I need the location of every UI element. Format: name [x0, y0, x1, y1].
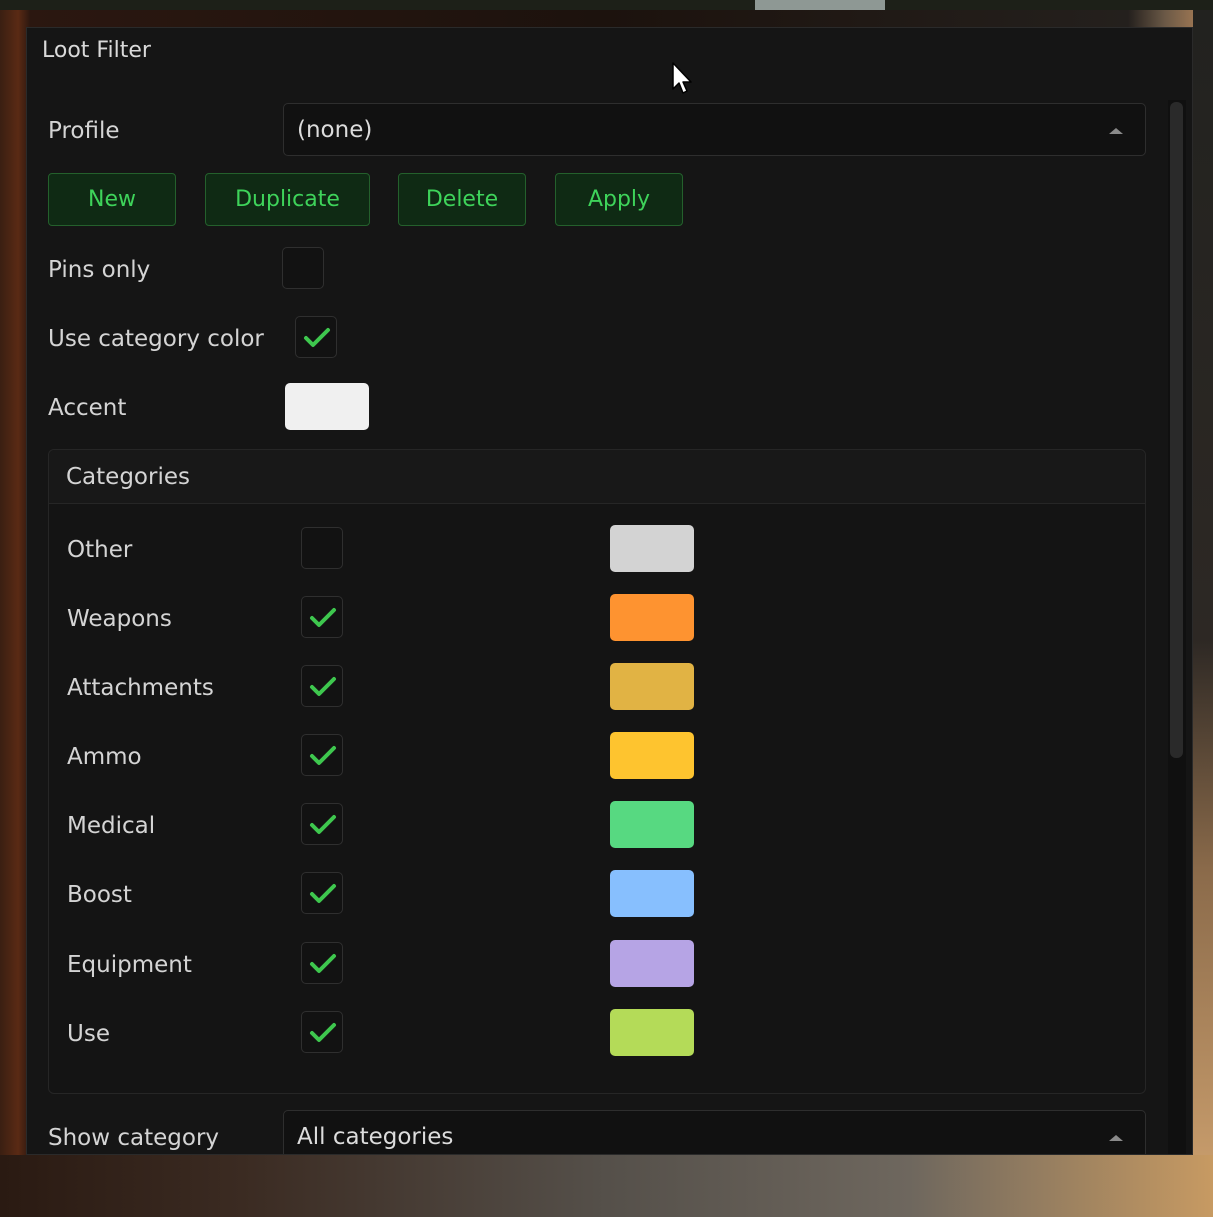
use-category-color-label: Use category color	[48, 326, 264, 352]
loot-filter-window: Loot Filter Profile (none) New Duplicate…	[26, 27, 1193, 1155]
pins-only-checkbox[interactable]	[282, 247, 324, 289]
chevron-up-icon	[1109, 128, 1123, 134]
profile-dropdown[interactable]: (none)	[283, 103, 1146, 156]
category-checkbox-use[interactable]	[301, 1011, 343, 1053]
accent-color-swatch[interactable]	[285, 383, 369, 430]
background-right-strip	[1193, 10, 1213, 1155]
category-label-medical: Medical	[67, 813, 156, 839]
scrollbar-thumb[interactable]	[1170, 102, 1183, 758]
checkmark-icon	[310, 746, 336, 765]
category-color-boost[interactable]	[610, 870, 694, 917]
category-checkbox-ammo[interactable]	[301, 734, 343, 776]
checkmark-icon	[310, 608, 336, 627]
checkmark-icon	[310, 815, 336, 834]
categories-header[interactable]: Categories	[49, 450, 1145, 504]
category-color-attachments[interactable]	[610, 663, 694, 710]
background-top-strip	[0, 0, 1213, 10]
category-label-equipment: Equipment	[67, 952, 192, 978]
checkmark-icon	[310, 1023, 336, 1042]
checkmark-icon	[310, 954, 336, 973]
profile-label: Profile	[48, 118, 120, 144]
apply-button[interactable]: Apply	[555, 173, 683, 226]
category-color-weapons[interactable]	[610, 594, 694, 641]
background-top-bar	[755, 0, 885, 10]
category-checkbox-boost[interactable]	[301, 872, 343, 914]
categories-header-label: Categories	[66, 464, 190, 490]
profile-value: (none)	[297, 117, 373, 143]
new-button[interactable]: New	[48, 173, 176, 226]
checkmark-icon	[310, 677, 336, 696]
category-checkbox-equipment[interactable]	[301, 942, 343, 984]
category-checkbox-medical[interactable]	[301, 803, 343, 845]
category-label-ammo: Ammo	[67, 744, 142, 770]
pins-only-label: Pins only	[48, 257, 151, 283]
category-color-use[interactable]	[610, 1009, 694, 1056]
show-category-label: Show category	[48, 1125, 220, 1151]
accent-label: Accent	[48, 395, 127, 421]
chevron-up-icon	[1109, 1135, 1123, 1141]
delete-button[interactable]: Delete	[398, 173, 526, 226]
window-title: Loot Filter	[42, 38, 151, 63]
category-color-medical[interactable]	[610, 801, 694, 848]
categories-group: Categories Other Weapons Attachments Amm…	[48, 449, 1146, 1094]
show-category-value: All categories	[297, 1124, 454, 1150]
checkmark-icon	[304, 328, 330, 347]
category-label-other: Other	[67, 537, 133, 563]
category-checkbox-attachments[interactable]	[301, 665, 343, 707]
category-label-weapons: Weapons	[67, 606, 172, 632]
background-bottom-strip	[0, 1155, 1213, 1217]
use-category-color-checkbox[interactable]	[295, 316, 337, 358]
mouse-cursor-icon	[672, 62, 692, 94]
category-color-ammo[interactable]	[610, 732, 694, 779]
checkmark-icon	[310, 884, 336, 903]
duplicate-button[interactable]: Duplicate	[205, 173, 370, 226]
category-label-boost: Boost	[67, 882, 132, 908]
category-label-use: Use	[67, 1021, 110, 1047]
category-color-other[interactable]	[610, 525, 694, 572]
category-checkbox-weapons[interactable]	[301, 596, 343, 638]
category-color-equipment[interactable]	[610, 940, 694, 987]
category-label-attachments: Attachments	[67, 675, 214, 701]
category-checkbox-other[interactable]	[301, 527, 343, 569]
show-category-dropdown[interactable]: All categories	[283, 1110, 1146, 1154]
